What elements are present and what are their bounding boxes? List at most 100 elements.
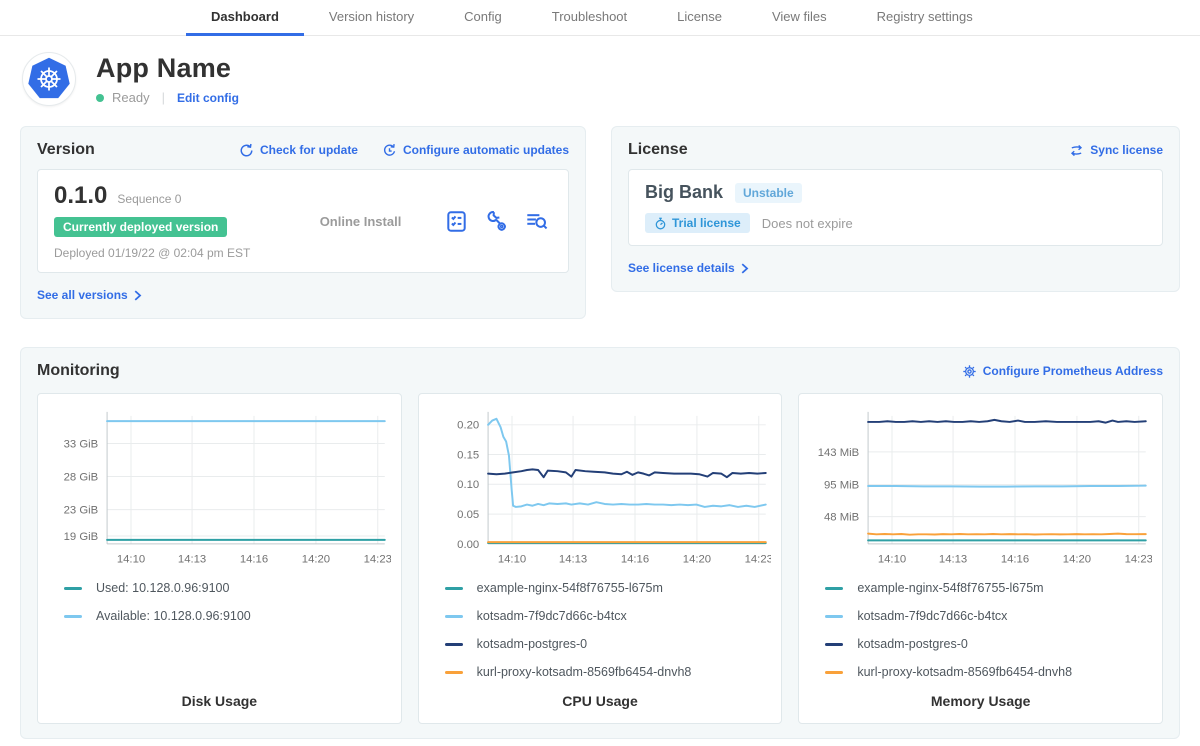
legend-color-dash: [64, 615, 82, 618]
configure-prometheus-link[interactable]: Configure Prometheus Address: [962, 364, 1163, 379]
memory-usage-legend: example-nginx-54f8f76755-l675m kotsadm-7…: [825, 581, 1152, 679]
sync-arrows-icon: [1069, 143, 1084, 158]
legend-color-dash: [825, 587, 843, 590]
svg-text:28 GiB: 28 GiB: [64, 471, 99, 483]
cpu-usage-chart: 0.20 0.15 0.10 0.05 0.00 14:10 14:13 14:16 14:20…: [429, 406, 772, 569]
svg-text:14:16: 14:16: [1001, 554, 1029, 566]
currently-deployed-badge: Currently deployed version: [54, 217, 227, 237]
svg-text:33 GiB: 33 GiB: [64, 438, 99, 450]
svg-text:143 MiB: 143 MiB: [818, 447, 860, 459]
svg-text:0.10: 0.10: [457, 479, 479, 491]
chart-title: CPU Usage: [429, 679, 772, 709]
license-card: License Sync license Big Bank Unstable: [611, 126, 1180, 292]
expiration-text: Does not expire: [762, 216, 853, 231]
legend-label: kurl-proxy-kotsadm-8569fb6454-dnvh8: [477, 665, 692, 679]
trial-license-badge: Trial license: [645, 213, 750, 233]
legend-label: example-nginx-54f8f76755-l675m: [477, 581, 663, 595]
status-dot: [96, 94, 104, 102]
svg-text:0.05: 0.05: [457, 509, 479, 521]
legend-color-dash: [445, 615, 463, 618]
tab-version-history[interactable]: Version history: [304, 0, 439, 36]
disk-usage-chart-card: 33 GiB28 GiB23 GiB19 GiB14:1014:1314:161…: [37, 393, 402, 724]
version-card: Version Check for update: [20, 126, 586, 319]
stopwatch-icon: [654, 217, 667, 230]
svg-text:14:23: 14:23: [744, 554, 771, 566]
svg-text:14:10: 14:10: [498, 554, 526, 566]
svg-text:0.00: 0.00: [457, 539, 479, 551]
tab-dashboard[interactable]: Dashboard: [186, 0, 304, 36]
legend-color-dash: [445, 587, 463, 590]
see-license-details-link[interactable]: See license details: [628, 261, 749, 275]
kubernetes-icon: [26, 56, 72, 102]
legend-item: example-nginx-54f8f76755-l675m: [445, 581, 772, 595]
channel-badge: Unstable: [735, 183, 802, 203]
svg-text:14:13: 14:13: [178, 554, 206, 566]
legend-label: kotsadm-7f9dc7d66c-b4tcx: [857, 609, 1007, 623]
legend-color-dash: [445, 643, 463, 646]
page-title: App Name: [96, 53, 239, 84]
preflight-checklist-icon[interactable]: [445, 210, 468, 233]
tab-config[interactable]: Config: [439, 0, 527, 36]
disk-usage-chart: 33 GiB28 GiB23 GiB19 GiB14:1014:1314:161…: [48, 406, 391, 569]
edit-config-link[interactable]: Edit config: [177, 91, 239, 105]
svg-text:14:13: 14:13: [559, 554, 587, 566]
version-sequence: Sequence 0: [117, 192, 181, 206]
install-type-label: Online Install: [320, 214, 402, 229]
status-badge: Ready: [112, 90, 150, 105]
svg-text:14:20: 14:20: [302, 554, 330, 566]
legend-item: kotsadm-7f9dc7d66c-b4tcx: [825, 609, 1152, 623]
license-details-row: Big Bank Unstable Trial license Do: [628, 169, 1163, 246]
chevron-right-icon: [134, 290, 142, 301]
legend-color-dash: [64, 587, 82, 590]
config-tools-icon[interactable]: [485, 210, 508, 233]
memory-usage-chart: 143 MiB95 MiB48 MiB14:1014:1314:1614:201…: [809, 406, 1152, 569]
cpu-usage-legend: example-nginx-54f8f76755-l675m kotsadm-7…: [445, 581, 772, 679]
svg-text:14:16: 14:16: [621, 554, 649, 566]
cpu-usage-chart-card: 0.20 0.15 0.10 0.05 0.00 14:10 14:13 14:16 14:20…: [418, 393, 783, 724]
legend-item: Used: 10.128.0.96:9100: [64, 581, 391, 595]
tab-registry-settings[interactable]: Registry settings: [852, 0, 998, 36]
license-card-title: License: [628, 141, 688, 159]
svg-text:19 GiB: 19 GiB: [64, 531, 99, 543]
legend-item: kurl-proxy-kotsadm-8569fb6454-dnvh8: [445, 665, 772, 679]
monitoring-section: Monitoring Configure Prometheus Address: [20, 347, 1180, 739]
svg-text:48 MiB: 48 MiB: [824, 512, 859, 524]
disk-usage-legend: Used: 10.128.0.96:9100 Available: 10.128…: [64, 581, 391, 623]
svg-text:14:10: 14:10: [878, 554, 906, 566]
svg-text:14:10: 14:10: [117, 554, 145, 566]
deploy-logs-search-icon[interactable]: [525, 210, 548, 233]
legend-label: kotsadm-postgres-0: [857, 637, 967, 651]
sync-license-link[interactable]: Sync license: [1069, 143, 1163, 158]
chart-title: Disk Usage: [48, 679, 391, 709]
legend-color-dash: [825, 615, 843, 618]
legend-label: kurl-proxy-kotsadm-8569fb6454-dnvh8: [857, 665, 1072, 679]
legend-color-dash: [445, 671, 463, 674]
legend-label: kotsadm-7f9dc7d66c-b4tcx: [477, 609, 627, 623]
tab-license[interactable]: License: [652, 0, 747, 36]
legend-label: Used: 10.128.0.96:9100: [96, 581, 229, 595]
chart-title: Memory Usage: [809, 679, 1152, 709]
configure-automatic-updates-link[interactable]: Configure automatic updates: [382, 143, 569, 158]
version-number: 0.1.0: [54, 182, 107, 210]
legend-color-dash: [825, 671, 843, 674]
legend-item: Available: 10.128.0.96:9100: [64, 609, 391, 623]
tab-view-files[interactable]: View files: [747, 0, 852, 36]
svg-text:95 MiB: 95 MiB: [824, 480, 859, 492]
see-all-versions-link[interactable]: See all versions: [37, 288, 142, 302]
monitoring-title: Monitoring: [37, 362, 120, 380]
deployed-timestamp: Deployed 01/19/22 @ 02:04 pm EST: [54, 246, 284, 260]
version-card-title: Version: [37, 141, 95, 159]
current-version-row: 0.1.0 Sequence 0 Currently deployed vers…: [37, 169, 569, 273]
svg-text:0.15: 0.15: [457, 449, 479, 461]
svg-text:14:20: 14:20: [682, 554, 710, 566]
legend-label: example-nginx-54f8f76755-l675m: [857, 581, 1043, 595]
clock-refresh-icon: [382, 143, 397, 158]
legend-label: kotsadm-postgres-0: [477, 637, 587, 651]
svg-text:14:20: 14:20: [1063, 554, 1091, 566]
svg-text:0.20: 0.20: [457, 420, 479, 432]
svg-text:14:23: 14:23: [364, 554, 391, 566]
tab-troubleshoot[interactable]: Troubleshoot: [527, 0, 652, 36]
check-for-update-link[interactable]: Check for update: [239, 143, 358, 158]
legend-item: kotsadm-7f9dc7d66c-b4tcx: [445, 609, 772, 623]
license-name: Big Bank: [645, 182, 723, 203]
